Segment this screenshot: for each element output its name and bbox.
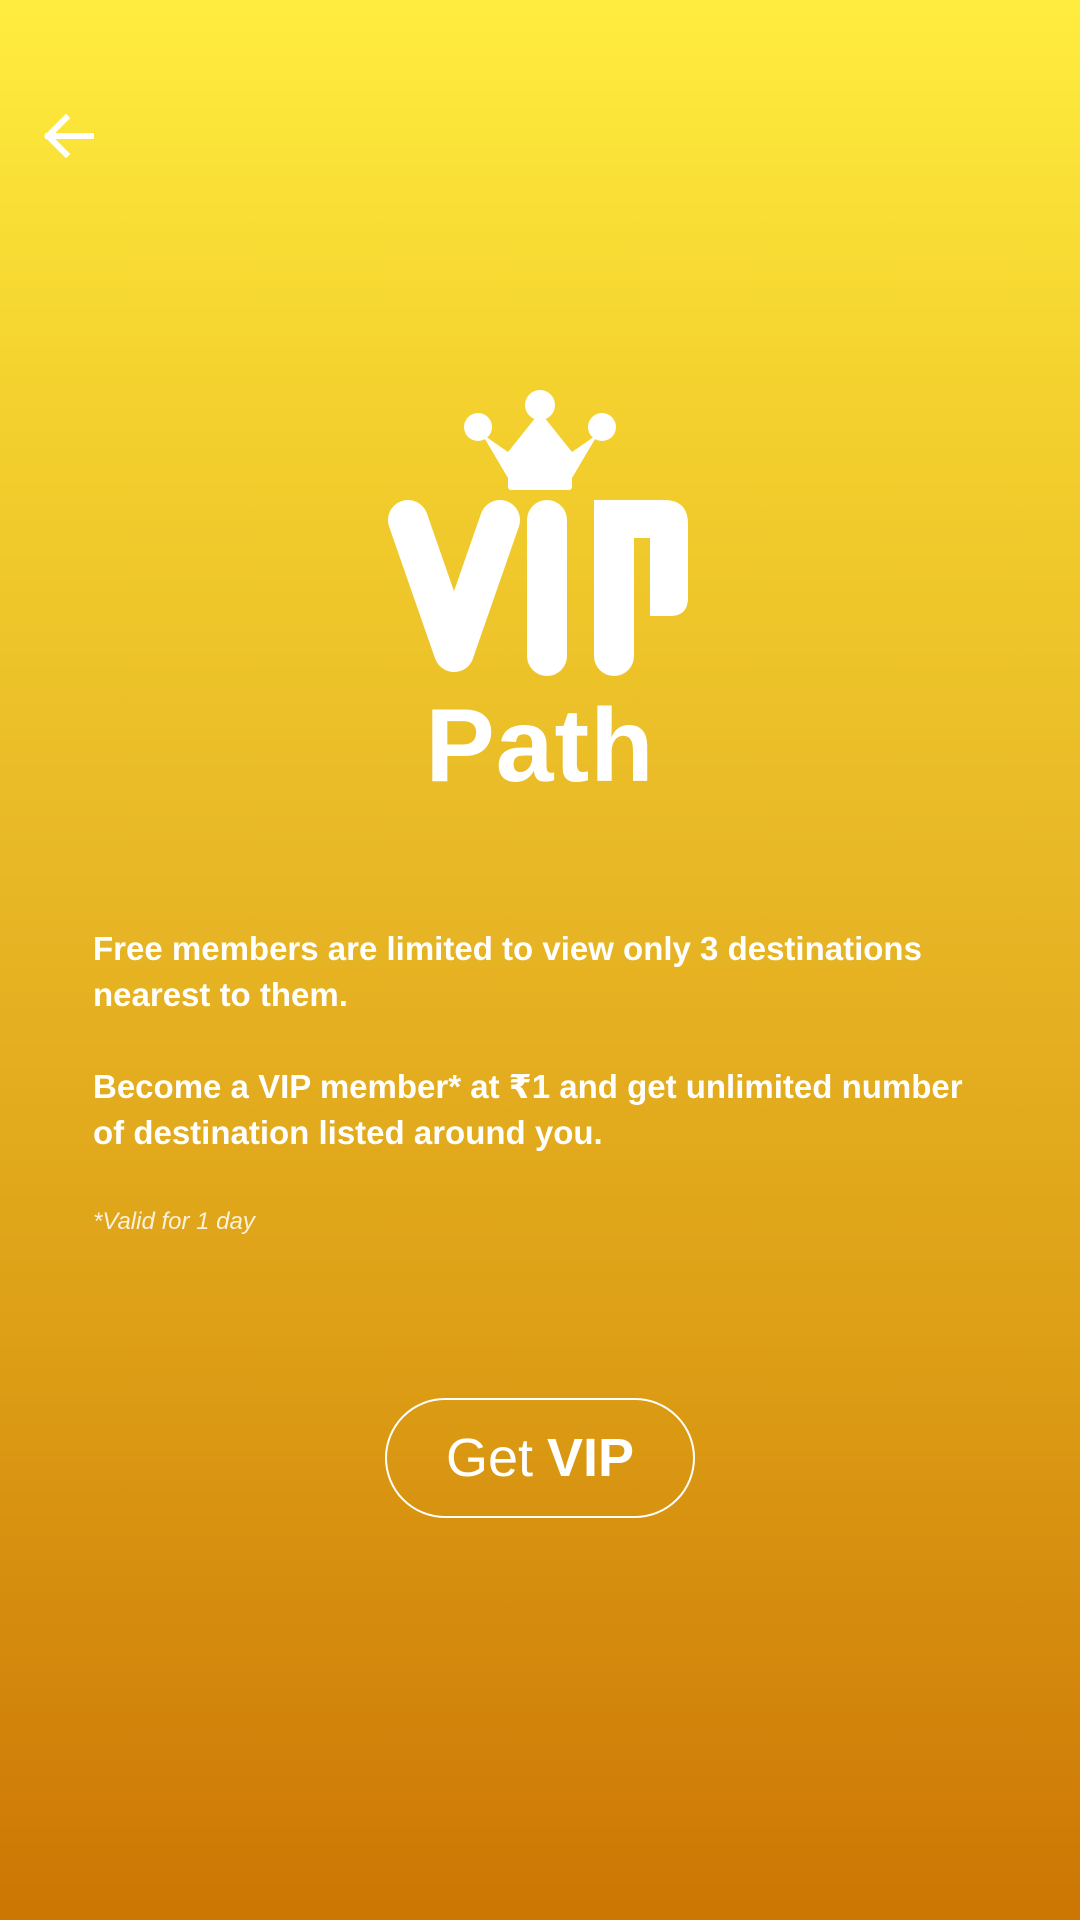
back-button[interactable] (36, 104, 100, 168)
vip-screen: { "header": { "back_icon": "arrow-left-i… (0, 0, 1080, 1920)
arrow-left-icon (43, 114, 94, 158)
brand-name: Path (425, 688, 655, 804)
get-vip-label-bold: VIP (547, 1428, 635, 1488)
description: Free members are limited to view only 3 … (93, 926, 993, 1236)
vip-logo: Path (0, 390, 1080, 798)
vip-offer-description: Become a VIP member* at ₹1 and get unlim… (93, 1068, 963, 1151)
get-vip-button[interactable]: Get VIP (385, 1398, 695, 1518)
limit-description: Free members are limited to view only 3 … (93, 930, 922, 1013)
vip-wordmark (388, 500, 688, 676)
validity-footnote: *Valid for 1 day (93, 1208, 255, 1235)
get-vip-label-light: Get (445, 1428, 533, 1488)
crown-icon (464, 390, 616, 490)
